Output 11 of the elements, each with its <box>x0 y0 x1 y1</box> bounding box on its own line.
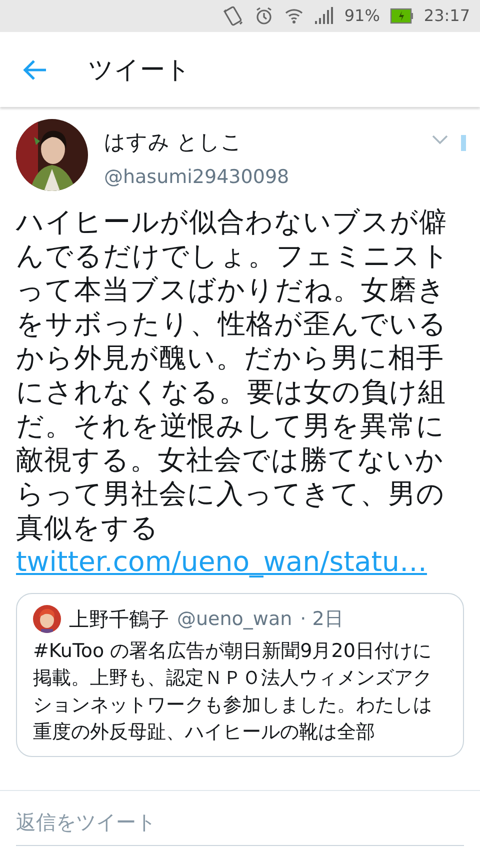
tweet-text: ハイヒールが似合わないブスが僻んでるだけでしょ。フェミニストって本当ブスばかりだね。女磨きをサボったり、性格が歪んでいるから外見が醜い。だから男に相手にされなくなる。要は女の負け組だ。それを逆恨みして男を異常に敵視する。女社会では勝てないからって男社会に入ってきて、男の真似をする twitter.com/ueno_wan/statu… <box>16 205 451 579</box>
quoted-tweet-card[interactable]: 上野千鶴子 @ueno_wan · 2日 #KuToo の署名広告が朝日新聞9月20日付けに掲載。上野も、認定ＮＰＯ法人ウィメンズアクションネットワークも参加しました。わたしは重度の外反母趾、ハイヒールの靴は全部 <box>16 593 464 757</box>
quoted-tweet-text: #KuToo の署名広告が朝日新聞9月20日付けに掲載。上野も、認定ＮＰＯ法人ウィメンズアクションネットワークも参加しました。わたしは重度の外反母趾、ハイヒールの靴は全部 <box>33 639 433 745</box>
quoted-user-name: 上野千鶴子 <box>69 606 169 633</box>
user-name[interactable]: はすみ としこ <box>104 127 432 158</box>
quoted-user-handle: @ueno_wan <box>177 606 292 632</box>
clock-time: 23:17 <box>424 5 470 27</box>
battery-percent: 91% <box>344 5 380 27</box>
user-handle[interactable]: @hasumi29430098 <box>104 162 432 191</box>
page-title: ツイート <box>88 54 191 86</box>
quoted-tweet-time: · 2日 <box>300 606 344 632</box>
